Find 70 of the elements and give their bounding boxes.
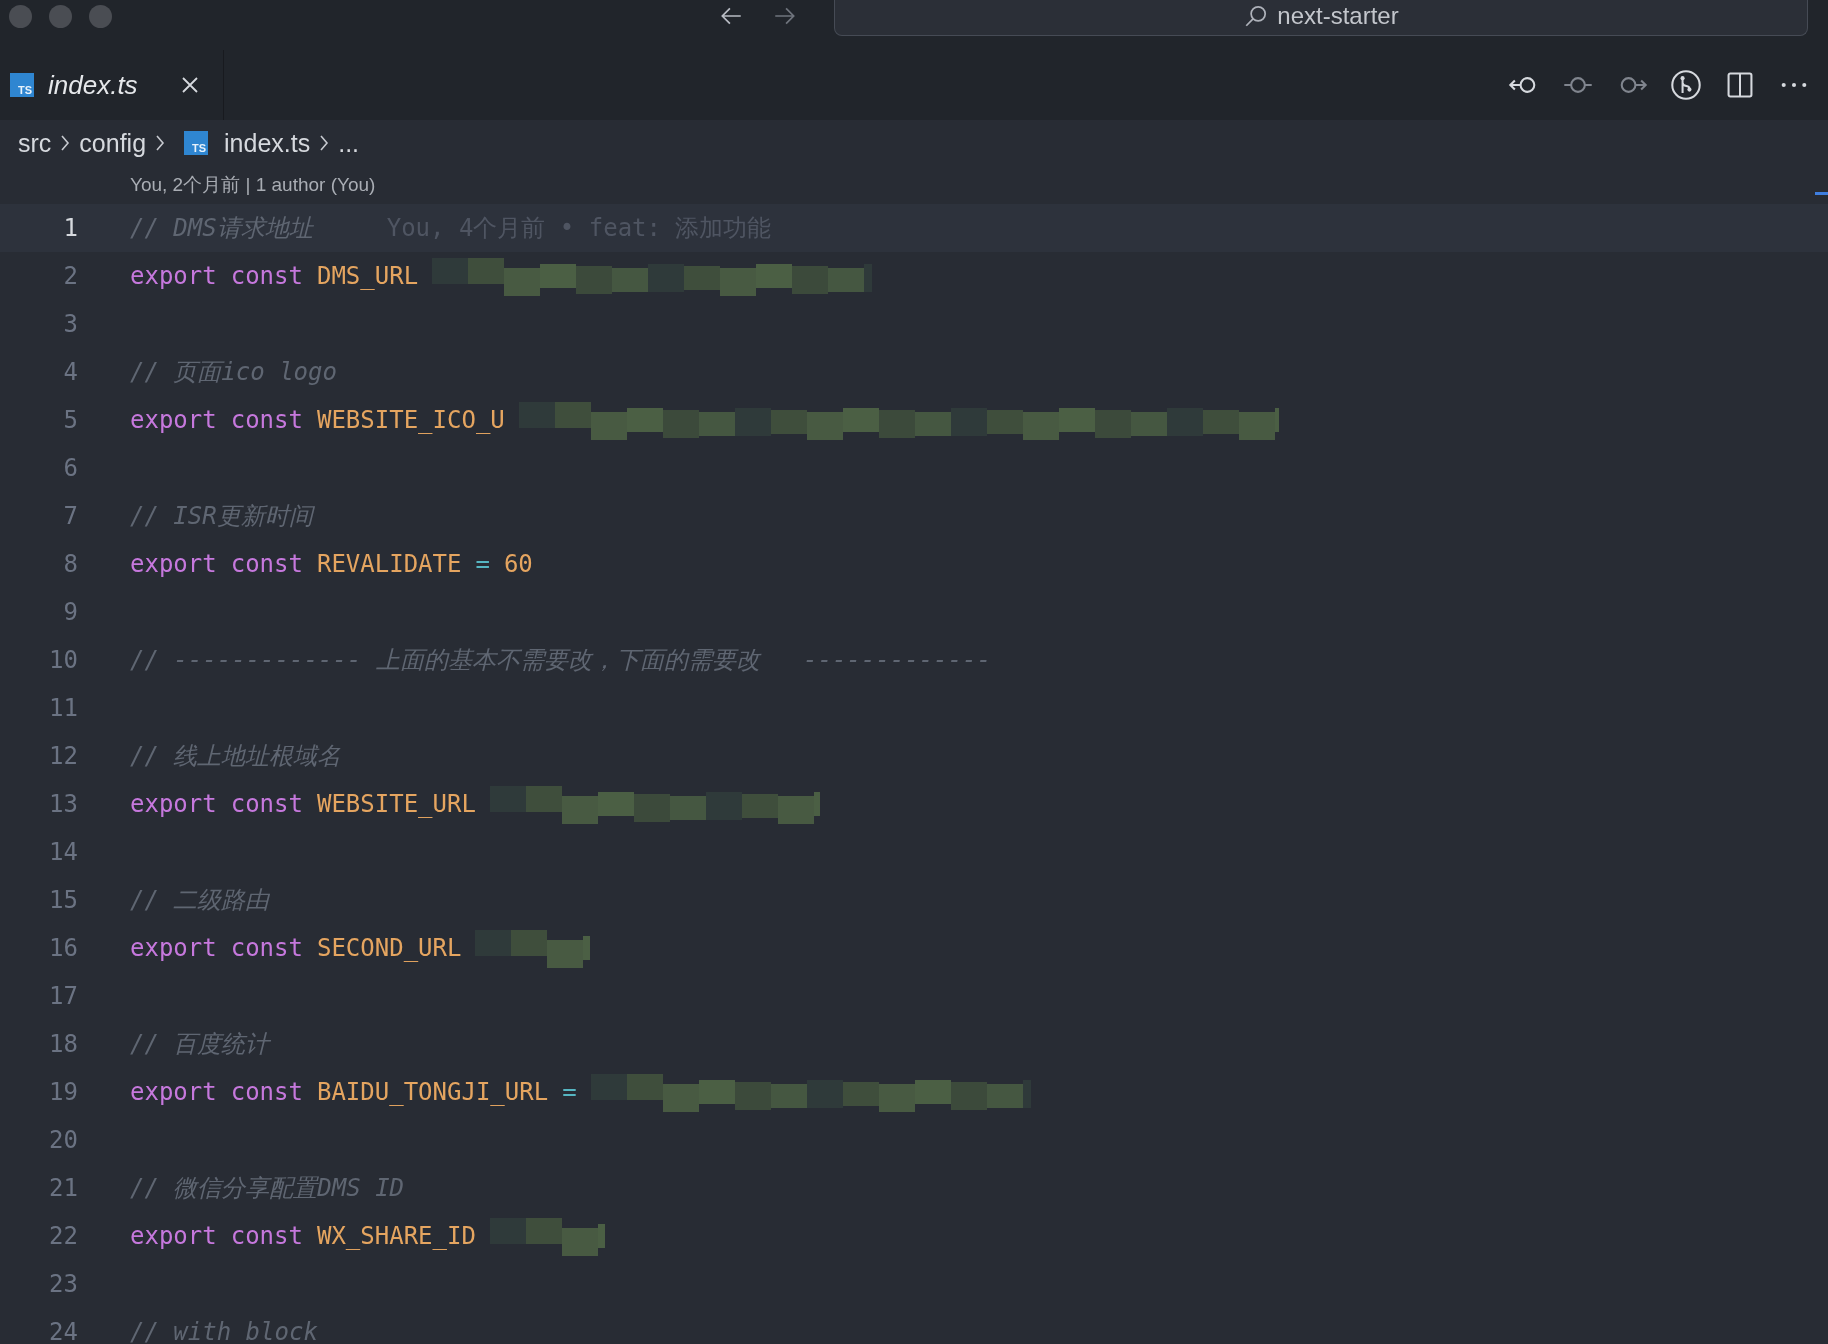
line-number: 13	[48, 790, 78, 818]
code-token: 60	[503, 550, 533, 578]
line-number: 10	[48, 646, 78, 674]
git-branch-icon[interactable]	[1670, 69, 1702, 101]
breadcrumb-item[interactable]: index.ts	[224, 128, 311, 158]
line-number: 1	[62, 214, 78, 242]
chevron-icon	[318, 133, 331, 153]
code-comment: // 微信分享配置DMS ID	[130, 1173, 405, 1204]
typescript-file-icon: TS	[184, 131, 209, 155]
line-number: 6	[62, 454, 78, 482]
line-number: 21	[48, 1174, 78, 1202]
close-icon[interactable]	[179, 75, 200, 95]
code-token: const	[230, 262, 303, 290]
code-token: const	[230, 1078, 303, 1106]
line-number: 17	[48, 982, 78, 1010]
code-comment: // with block	[130, 1318, 318, 1344]
code-token: =	[562, 1078, 577, 1106]
code-token: DMS_URL	[316, 262, 419, 290]
code-comment: // 页面ico logo	[130, 357, 337, 388]
code-token: export	[130, 1078, 217, 1106]
chevron-icon	[59, 133, 72, 153]
line-number: 14	[48, 838, 78, 866]
code-token: export	[130, 406, 217, 434]
line-number: 4	[62, 358, 78, 386]
line-number: 20	[48, 1126, 78, 1154]
typescript-file-icon: TS	[10, 73, 34, 97]
code-comment: // 线上地址根域名	[130, 741, 342, 772]
line-number: 2	[62, 262, 78, 290]
code-token: export	[130, 1222, 217, 1250]
code-token: export	[130, 262, 217, 290]
code-token: WEBSITE_URL	[316, 790, 476, 818]
code-comment: // 二级路由	[130, 885, 270, 916]
code-token: const	[230, 934, 303, 962]
line-number: 15	[48, 886, 78, 914]
line-number: 5	[62, 406, 78, 434]
breadcrumb-item[interactable]: src	[18, 128, 52, 158]
line-number: 22	[48, 1222, 78, 1250]
code-token: SECOND_URL	[316, 934, 462, 962]
code-token: export	[130, 550, 217, 578]
line-number: 19	[48, 1078, 78, 1106]
line-number: 11	[48, 694, 78, 722]
code-comment: // ISR更新时间	[130, 501, 313, 532]
code-token: BAIDU_TONGJI_URL	[316, 1078, 549, 1106]
code-token: REVALIDATE	[316, 550, 462, 578]
line-number: 18	[48, 1030, 78, 1058]
line-number: 9	[62, 598, 78, 626]
code-token: export	[130, 790, 217, 818]
command-center-search[interactable]: next-starter	[834, 0, 1808, 36]
chevron-icon	[154, 133, 167, 153]
code-token: const	[230, 1222, 303, 1250]
code-token: =	[475, 550, 490, 578]
code-comment: // 百度统计	[130, 1029, 270, 1060]
code-token: WX_SHARE_ID	[316, 1222, 476, 1250]
line-number: 24	[48, 1318, 78, 1344]
code-token: const	[230, 790, 303, 818]
code-token: const	[230, 550, 303, 578]
line-number: 12	[48, 742, 78, 770]
line-number: 16	[48, 934, 78, 962]
line-number: 8	[62, 550, 78, 578]
code-token: const	[230, 406, 303, 434]
codelens-blame[interactable]: You, 2个月前 | 1 author (You)	[130, 166, 376, 204]
code-token: export	[130, 934, 217, 962]
line-number: 7	[62, 502, 78, 530]
breadcrumb-item[interactable]: ...	[338, 128, 360, 158]
overview-ruler-mark	[1815, 192, 1828, 195]
line-number: 23	[48, 1270, 78, 1298]
code-token: WEBSITE_ICO_U	[316, 406, 505, 434]
code-comment: // ------------- 上面的基本不需要改，下面的需要改 -------------	[130, 645, 991, 676]
line-number: 3	[62, 310, 78, 338]
breadcrumb-item[interactable]: config	[79, 128, 147, 158]
